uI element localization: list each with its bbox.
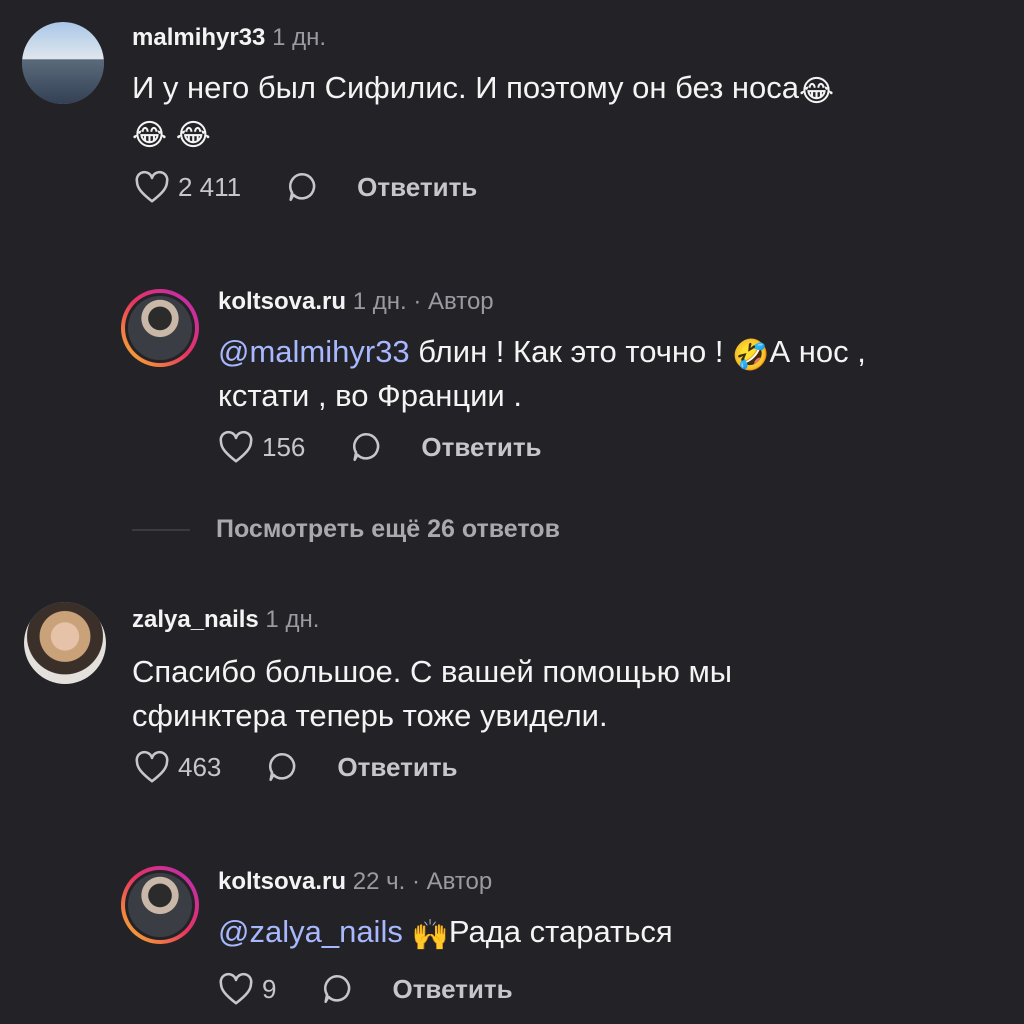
author-badge: · Автор <box>411 868 493 895</box>
comment-actions: 9 Ответить <box>218 972 513 1006</box>
comment-text-part: А нос , <box>769 334 866 369</box>
like-count: 2 411 <box>178 171 242 202</box>
comment-text: @zalya_nails 🙌Рада стараться <box>218 910 1008 954</box>
comment-text-line: Рада стараться <box>448 914 673 949</box>
reply-button[interactable]: Ответить <box>421 432 541 463</box>
username[interactable]: zalya_nails <box>132 606 259 633</box>
mention-link[interactable]: @zalya_nails <box>218 914 403 949</box>
reply-button[interactable]: Ответить <box>392 974 512 1005</box>
comment-text-line: сфинктера теперь тоже увидели. <box>132 698 608 733</box>
timestamp: 1 дн. <box>265 606 320 633</box>
like-count: 463 <box>178 751 222 782</box>
comment-actions: 463 Ответить <box>134 750 458 784</box>
avatar-inner <box>125 293 195 363</box>
heart-icon[interactable] <box>218 972 254 1006</box>
timestamp: 22 ч. <box>352 868 406 895</box>
comment-header: zalya_nails 1 дн. <box>132 606 319 634</box>
comment-text: @malmihyr33 блин ! Как это точно ! 🤣А но… <box>218 330 1008 418</box>
comment-header: koltsova.ru 1 дн. · Автор <box>218 288 494 316</box>
username[interactable]: koltsova.ru <box>218 288 346 315</box>
avatar-photo <box>24 602 106 684</box>
rofl-emoji: 🤣 <box>732 339 770 372</box>
avatar[interactable] <box>24 602 106 684</box>
comment-header: malmihyr33 1 дн. <box>132 24 326 52</box>
replies-divider <box>132 529 190 531</box>
heart-icon[interactable] <box>134 750 170 784</box>
comment-text-line: И у него был Сифилис. И поэтому он без н… <box>132 70 800 105</box>
avatar[interactable] <box>22 22 104 104</box>
mention-link[interactable]: @malmihyr33 <box>218 334 410 369</box>
tears-of-joy-emoji: 😂 <box>132 119 168 152</box>
heart-icon[interactable] <box>218 430 254 464</box>
comment-text: Спасибо большое. С вашей помощью мы сфин… <box>132 650 992 738</box>
username[interactable]: koltsova.ru <box>218 868 346 895</box>
comment-actions: 156 Ответить <box>218 430 542 464</box>
heart-icon[interactable] <box>134 170 170 204</box>
avatar-photo <box>128 296 192 360</box>
username[interactable]: malmihyr33 <box>132 24 265 51</box>
comment-text: И у него был Сифилис. И поэтому он без н… <box>132 66 992 154</box>
like-count: 156 <box>262 431 306 462</box>
like-count: 9 <box>262 973 277 1004</box>
comment-text-line: кстати , во Франции . <box>218 378 522 413</box>
avatar-story-ring[interactable] <box>121 289 199 367</box>
reply-button[interactable]: Ответить <box>357 172 477 203</box>
comment-actions: 2 411 Ответить <box>134 170 477 204</box>
avatar-inner <box>125 870 195 940</box>
timestamp: 1 дн. <box>272 24 327 51</box>
comment-text-line: Спасибо большое. С вашей помощью мы <box>132 654 733 689</box>
avatar-photo <box>128 873 192 937</box>
tears-of-joy-emoji: 😂 <box>799 75 835 108</box>
author-badge: · Автор <box>413 288 494 315</box>
speech-bubble-icon[interactable] <box>285 170 319 204</box>
speech-bubble-icon[interactable] <box>349 430 383 464</box>
avatar-story-ring[interactable] <box>121 866 199 944</box>
speech-bubble-icon[interactable] <box>320 972 354 1006</box>
speech-bubble-icon[interactable] <box>265 750 299 784</box>
view-more-replies-button[interactable]: Посмотреть ещё 26 ответов <box>216 515 560 544</box>
raising-hands-emoji: 🙌 <box>411 919 449 952</box>
avatar-photo <box>22 22 104 104</box>
tears-of-joy-emoji: 😂 <box>175 119 211 152</box>
comment-text-part: блин ! Как это точно ! <box>409 334 733 369</box>
reply-button[interactable]: Ответить <box>337 752 457 783</box>
comment-header: koltsova.ru 22 ч. · Автор <box>218 868 492 896</box>
timestamp: 1 дн. <box>352 288 407 315</box>
